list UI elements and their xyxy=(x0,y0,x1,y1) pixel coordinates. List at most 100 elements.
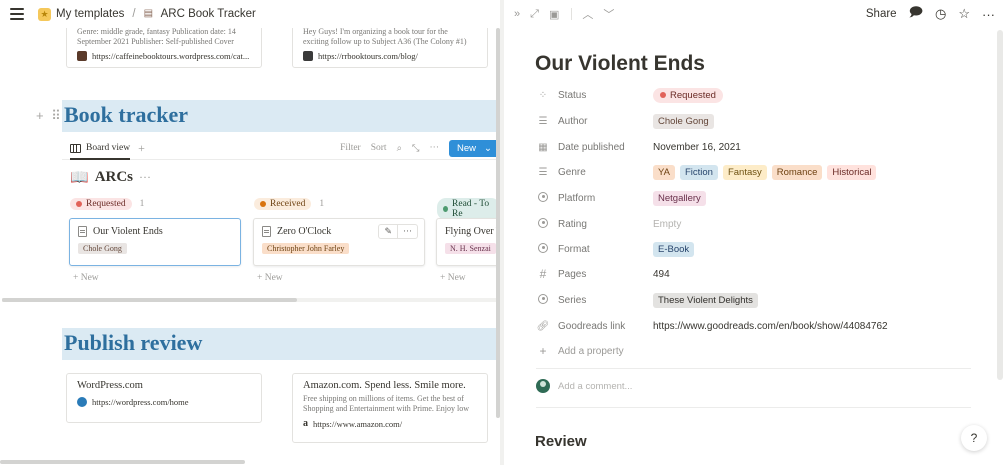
filter-button[interactable]: Filter xyxy=(340,143,361,153)
bookmark-card-rrbooktours[interactable]: Hey Guys! I'm organizing a book tour for… xyxy=(292,28,488,68)
link-icon: 🔗︎ xyxy=(536,320,550,332)
block-drag-handle-icon[interactable]: + ⠿ xyxy=(36,108,63,124)
bookmark-card-caffeine[interactable]: Genre: middle grade, fantasy Publication… xyxy=(66,28,262,68)
property-name[interactable]: Series xyxy=(558,295,653,306)
add-view-button[interactable]: + xyxy=(138,141,145,156)
property-name[interactable]: Rating xyxy=(558,219,653,230)
top-bar: ★ My templates / ▤ ARC Book Tracker xyxy=(0,0,500,28)
board-horizontal-scrollbar[interactable] xyxy=(2,298,297,302)
property-name[interactable]: Date published xyxy=(558,142,653,153)
sort-button[interactable]: Sort xyxy=(371,143,387,153)
search-icon[interactable]: ⌕ xyxy=(397,143,402,154)
card-more-button[interactable]: ··· xyxy=(397,225,417,238)
format-tag: E-Book xyxy=(653,241,695,257)
column-new-button[interactable]: + New xyxy=(440,273,466,283)
database-more-button[interactable]: ··· xyxy=(139,170,151,185)
property-value[interactable]: YA Fiction Fantasy Romance Historical xyxy=(653,164,877,180)
property-value[interactable]: https://www.goodreads.com/en/book/show/4… xyxy=(653,321,888,332)
column-label: Received xyxy=(270,199,306,209)
bookmark-title: WordPress.com xyxy=(77,380,143,391)
review-heading: Review xyxy=(535,433,587,450)
favorite-star-icon[interactable]: ☆ xyxy=(958,6,970,22)
property-name[interactable]: Genre xyxy=(558,167,653,178)
expand-icon[interactable]: ⤡ xyxy=(412,143,420,154)
author-tag: Chole Gong xyxy=(653,113,714,129)
database-title-text[interactable]: ARCs xyxy=(95,169,133,186)
peek-vertical-scrollbar[interactable] xyxy=(997,30,1003,380)
board-card-our-violent-ends[interactable]: Our Violent Ends Chole Gong xyxy=(69,218,241,266)
bookmark-title: Amazon.com. Spend less. Smile more. xyxy=(303,380,466,391)
view-more-button[interactable]: ··· xyxy=(430,143,440,153)
board-card-flying-over[interactable]: Flying Over W N. H. Senzai xyxy=(436,218,500,266)
status-loader-icon: ⁘ xyxy=(538,89,548,101)
open-book-icon: 📖 xyxy=(70,170,89,186)
tab-board-view[interactable]: Board view xyxy=(70,143,130,153)
status-dot xyxy=(260,201,266,207)
avatar xyxy=(536,379,550,393)
property-value[interactable]: Netgallery xyxy=(653,190,706,206)
bookmark-card-amazon[interactable]: Amazon.com. Spend less. Smile more. Free… xyxy=(292,373,488,443)
chevron-down-icon[interactable]: ⌄ xyxy=(484,143,492,154)
next-page-icon[interactable]: ﹀ xyxy=(603,6,614,22)
property-pages: # Pages 494 xyxy=(536,264,976,284)
page-horizontal-scrollbar[interactable] xyxy=(0,460,245,464)
sidebar-menu-icon[interactable] xyxy=(10,8,24,20)
genre-tag: YA xyxy=(653,164,675,180)
board-card-zero-oclock[interactable]: Zero O'Clock Christopher John Farley ✎ ·… xyxy=(253,218,425,266)
column-new-button[interactable]: + New xyxy=(257,273,283,283)
bookmark-url-row: https://wordpress.com/home xyxy=(77,397,251,407)
add-property-row[interactable]: + Add a property xyxy=(536,341,976,361)
rrbooktours-favicon-icon xyxy=(303,51,313,61)
board-column-header-received[interactable]: Received 1 xyxy=(254,198,324,210)
property-name[interactable]: Status xyxy=(558,90,653,101)
open-full-page-icon[interactable]: ⤢ xyxy=(530,8,539,21)
property-value[interactable]: These Violent Delights xyxy=(653,292,758,308)
property-name[interactable]: Platform xyxy=(558,193,653,204)
property-name[interactable]: Author xyxy=(558,116,653,127)
bookmark-card-wordpress[interactable]: WordPress.com https://wordpress.com/home xyxy=(66,373,262,423)
status-dot xyxy=(443,206,449,212)
breadcrumb: ★ My templates / ▤ ARC Book Tracker xyxy=(38,7,256,21)
property-value[interactable]: E-Book xyxy=(653,241,695,257)
board-column-header-read[interactable]: Read - To Re xyxy=(437,198,500,220)
breadcrumb-workspace[interactable]: My templates xyxy=(56,8,124,20)
calendar-icon: ▦ xyxy=(538,141,548,153)
board-column-header-requested[interactable]: Requested 1 xyxy=(70,198,144,210)
more-options-icon[interactable]: ··· xyxy=(982,7,995,22)
card-title: Flying Over W xyxy=(445,226,500,237)
property-value[interactable]: Empty xyxy=(653,219,681,230)
properties-divider xyxy=(536,368,971,369)
previous-page-icon[interactable]: ︿ xyxy=(582,6,593,22)
page-title[interactable]: Our Violent Ends xyxy=(535,52,705,76)
bookmark-desc: Shopping and Entertainment with Prime. E… xyxy=(303,404,469,413)
bookmark-desc: Free shipping on millions of items. Get … xyxy=(303,394,464,403)
add-property-label: Add a property xyxy=(558,345,624,357)
breadcrumb-page[interactable]: ARC Book Tracker xyxy=(161,8,256,20)
property-status: ⁘ Status Requested xyxy=(536,85,976,105)
property-value[interactable]: Chole Gong xyxy=(653,113,714,129)
status-pill-read: Read - To Re xyxy=(437,198,500,220)
close-peek-icon[interactable]: » xyxy=(514,8,520,20)
bookmark-url-row: https://caffeinebooktours.wordpress.com/… xyxy=(77,51,251,61)
property-author: ☰ Author Chole Gong xyxy=(536,111,976,131)
comment-icon[interactable]: 🗩 xyxy=(909,3,923,25)
property-name[interactable]: Goodreads link xyxy=(558,321,653,332)
edit-pencil-icon[interactable]: ✎ xyxy=(379,225,397,238)
bookmark-url: https://rrbooktours.com/blog/ xyxy=(318,51,418,61)
property-value[interactable]: Requested xyxy=(653,87,723,103)
new-item-button[interactable]: New ⌄ xyxy=(449,139,500,157)
property-name[interactable]: Format xyxy=(558,244,653,255)
column-new-button[interactable]: + New xyxy=(73,273,99,283)
property-value[interactable]: 494 xyxy=(653,269,670,280)
status-dot xyxy=(76,201,82,207)
bookmark-desc: Hey Guys! I'm organizing a book tour for… xyxy=(303,28,448,36)
property-name[interactable]: Pages xyxy=(558,269,653,280)
help-button[interactable]: ? xyxy=(961,425,987,451)
clock-history-icon[interactable]: ◷ xyxy=(935,6,946,22)
share-button[interactable]: Share xyxy=(866,8,897,20)
select-circle-icon xyxy=(536,191,550,205)
peek-mode-icon[interactable]: ▣ xyxy=(549,8,559,21)
comment-input-row[interactable]: Add a comment... xyxy=(536,379,632,393)
board-view-icon xyxy=(70,143,81,153)
property-value[interactable]: November 16, 2021 xyxy=(653,142,741,153)
